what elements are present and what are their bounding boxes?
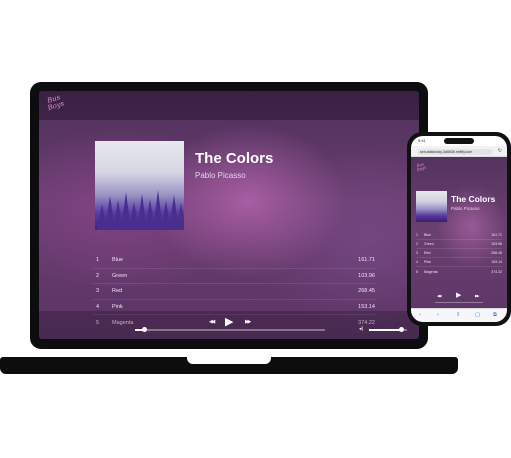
phone-frame: 9:41 sen-stationary-3a563b.netlify.com ↻… bbox=[407, 132, 511, 326]
browser-toolbar: ‹ › ⇪ ▢ ⧉ bbox=[411, 308, 507, 322]
brand-logo[interactable]: Bus Boys bbox=[414, 161, 428, 172]
laptop-notch bbox=[187, 357, 271, 364]
share-icon[interactable]: ⇪ bbox=[456, 312, 461, 318]
track-duration: 153.14 bbox=[491, 260, 502, 264]
status-time: 9:41 bbox=[418, 138, 426, 143]
track-name: Green bbox=[112, 272, 128, 279]
track-name: Pink bbox=[424, 260, 431, 264]
track-duration: 103.96 bbox=[358, 272, 375, 279]
track-title: The Colors bbox=[451, 194, 496, 204]
album-art bbox=[95, 141, 184, 230]
tabs-icon[interactable]: ⧉ bbox=[493, 312, 497, 319]
track-row[interactable]: 1 Blue 161.71 bbox=[416, 231, 502, 240]
track-name: Red bbox=[424, 251, 431, 255]
album-art bbox=[416, 191, 447, 222]
track-name: Blue bbox=[424, 233, 432, 237]
play-icon[interactable]: ▶ bbox=[225, 315, 233, 328]
phone-screen: 9:41 sen-stationary-3a563b.netlify.com ↻… bbox=[411, 136, 507, 322]
volume-handle[interactable] bbox=[398, 327, 404, 332]
progress-track[interactable] bbox=[435, 302, 483, 303]
track-row[interactable]: 1 Blue 161.71 bbox=[93, 253, 375, 269]
tracklist: 1 Blue 161.71 2 Green 103.96 3 Red 268.4… bbox=[416, 231, 502, 276]
forward-icon[interactable]: › bbox=[437, 312, 439, 318]
track-name: Red bbox=[112, 288, 123, 295]
reload-icon[interactable]: ↻ bbox=[498, 148, 502, 154]
brand-logo[interactable]: Bus Boys bbox=[42, 93, 67, 113]
laptop-lid: Bus Boys The Colors Pablo Picasso 1 Blue… bbox=[30, 82, 428, 349]
track-number: 4 bbox=[96, 303, 100, 310]
track-number: 1 bbox=[96, 257, 100, 264]
track-row[interactable]: 2 Green 103.96 bbox=[416, 240, 502, 249]
previous-icon[interactable]: ◀◀ bbox=[437, 294, 442, 298]
track-title: The Colors bbox=[195, 150, 274, 167]
track-number: 4 bbox=[416, 260, 418, 264]
track-row[interactable]: 4 Pink 153.14 bbox=[416, 258, 502, 267]
volume-fill bbox=[369, 329, 402, 331]
url-field[interactable]: sen-stationary-3a563b.netlify.com bbox=[417, 148, 493, 155]
track-row[interactable]: 5 Magenta 374.22 bbox=[416, 267, 502, 276]
track-name: Blue bbox=[112, 257, 124, 264]
laptop-screen: Bus Boys The Colors Pablo Picasso 1 Blue… bbox=[39, 91, 419, 339]
track-duration: 103.96 bbox=[491, 242, 502, 246]
volume-icon[interactable]: ◂) bbox=[359, 326, 363, 332]
back-icon[interactable]: ‹ bbox=[419, 312, 421, 318]
progress-track[interactable] bbox=[135, 329, 325, 331]
track-duration: 153.14 bbox=[358, 303, 375, 310]
track-duration: 374.22 bbox=[491, 269, 502, 274]
dynamic-island bbox=[444, 138, 474, 144]
track-number: 3 bbox=[96, 288, 100, 295]
track-number: 2 bbox=[416, 242, 418, 246]
track-row[interactable]: 3 Red 268.45 bbox=[93, 284, 375, 300]
track-name: Magenta bbox=[424, 269, 438, 274]
device-mockup: Bus Boys The Colors Pablo Picasso 1 Blue… bbox=[0, 0, 511, 458]
track-row[interactable]: 2 Green 103.96 bbox=[93, 269, 375, 284]
track-number: 1 bbox=[416, 233, 418, 237]
track-duration: 268.45 bbox=[358, 288, 375, 295]
track-number: 5 bbox=[416, 269, 418, 274]
track-duration: 268.45 bbox=[491, 251, 502, 255]
play-icon[interactable]: ▶ bbox=[456, 291, 461, 299]
next-icon[interactable]: ▶▶ bbox=[245, 319, 251, 325]
track-name: Pink bbox=[112, 303, 123, 310]
top-bar: Bus Boys bbox=[39, 91, 419, 120]
progress-handle[interactable] bbox=[142, 327, 147, 332]
track-duration: 161.71 bbox=[491, 233, 502, 237]
track-number: 3 bbox=[416, 251, 418, 255]
track-name: Green bbox=[424, 242, 434, 246]
bookmarks-icon[interactable]: ▢ bbox=[475, 312, 480, 318]
track-row[interactable]: 3 Red 268.45 bbox=[416, 249, 502, 258]
previous-icon[interactable]: ◀◀ bbox=[209, 319, 215, 325]
track-artist: Pablo Picasso bbox=[451, 206, 480, 211]
track-number: 2 bbox=[96, 272, 100, 279]
track-duration: 161.71 bbox=[358, 257, 375, 264]
url-bar[interactable]: sen-stationary-3a563b.netlify.com ↻ bbox=[411, 146, 507, 157]
next-icon[interactable]: ▶▶ bbox=[475, 294, 480, 298]
track-artist: Pablo Picasso bbox=[195, 171, 246, 180]
player-bar: ◀◀ ▶ ▶▶ ◂) bbox=[39, 311, 419, 339]
